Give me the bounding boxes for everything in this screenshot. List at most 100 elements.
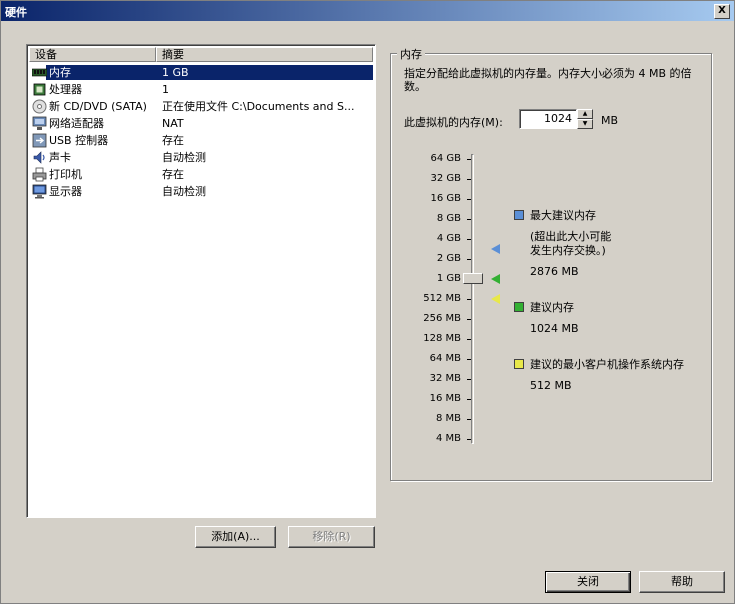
scale-tick: 4 MB: [401, 433, 471, 444]
device-row-usb[interactable]: USB 控制器 存在: [29, 132, 373, 149]
memory-size-input[interactable]: 1024: [519, 109, 577, 129]
device-summary: 1 GB: [162, 66, 189, 79]
scale-tick-label: 4 GB: [436, 233, 461, 244]
memory-icon: [32, 68, 47, 77]
close-window-button[interactable]: X: [714, 4, 730, 19]
scale-tick-label: 64 MB: [429, 353, 461, 364]
recommended-value: 1024 MB: [530, 322, 579, 335]
scale-tick-label: 8 MB: [435, 413, 461, 424]
minimum-swatch: [514, 359, 524, 369]
device-name: USB 控制器: [49, 134, 109, 147]
max-recommended-title: 最大建议内存: [530, 209, 596, 222]
device-row-sound[interactable]: 声卡 自动检测: [29, 149, 373, 166]
scale-tick-label: 1 GB: [436, 273, 461, 284]
scale-tick: 2 GB: [401, 253, 471, 264]
spin-up-button[interactable]: ▲: [577, 109, 593, 119]
scale-tick-label: 16 MB: [429, 393, 461, 404]
recommended-title: 建议内存: [530, 301, 574, 314]
scale-tick: 64 GB: [401, 153, 471, 164]
max-recommended-value: 2876 MB: [530, 265, 579, 278]
spin-down-button[interactable]: ▼: [577, 119, 593, 129]
scale-tick: 4 GB: [401, 233, 471, 244]
scale-tick-label: 2 GB: [436, 253, 461, 264]
device-name: 新 CD/DVD (SATA): [49, 100, 147, 113]
scale-tick-label: 256 MB: [423, 313, 461, 324]
max-recommended-marker: [491, 244, 500, 254]
device-list[interactable]: 设备 摘要 内存 1 GB 处理器 1 新 CD/DVD (SATA) 正在使用…: [26, 44, 376, 518]
add-device-button[interactable]: 添加(A)...: [195, 526, 276, 548]
hardware-dialog: 硬件 X 设备 摘要 内存 1 GB 处理器 1 新 CD/DVD (SATA): [0, 0, 735, 604]
help-button[interactable]: 帮助: [639, 571, 725, 593]
device-name: 声卡: [49, 151, 71, 164]
minimum-marker: [491, 294, 500, 304]
scale-tick: 1 GB: [401, 273, 471, 284]
memory-group-label: 内存: [397, 46, 425, 62]
memory-description: 指定分配给此虚拟机的内存量。内存大小必须为 4 MB 的倍数。: [404, 67, 692, 93]
max-recommended-note-2: 发生内存交换。): [530, 244, 606, 257]
device-summary: NAT: [162, 117, 184, 130]
scale-tick-label: 8 GB: [436, 213, 461, 224]
scale-tick: 512 MB: [401, 293, 471, 304]
remove-device-button[interactable]: 移除(R): [288, 526, 375, 548]
list-header: 设备 摘要: [29, 47, 373, 62]
selection-highlight: [46, 65, 373, 80]
scale-tick: 128 MB: [401, 333, 471, 344]
usb-icon: [32, 133, 47, 148]
scale-tick-label: 128 MB: [423, 333, 461, 344]
scale-tick-label: 4 MB: [435, 433, 461, 444]
device-summary: 存在: [162, 134, 184, 147]
dialog-title: 硬件: [5, 6, 27, 19]
cd-dvd-icon: [32, 99, 47, 114]
scale-tick: 32 GB: [401, 173, 471, 184]
device-summary: 自动检测: [162, 151, 206, 164]
title-bar[interactable]: 硬件 X: [1, 1, 734, 21]
scale-tick: 8 MB: [401, 413, 471, 424]
device-summary: 自动检测: [162, 185, 206, 198]
device-name: 网络适配器: [49, 117, 104, 130]
minimum-title: 建议的最小客户机操作系统内存: [530, 358, 684, 371]
max-recommended-swatch: [514, 210, 524, 220]
device-rows: 内存 1 GB 处理器 1 新 CD/DVD (SATA) 正在使用文件 C:\…: [29, 64, 373, 200]
device-row-network[interactable]: 网络适配器 NAT: [29, 115, 373, 132]
scale-tick-label: 64 GB: [430, 153, 461, 164]
device-summary: 存在: [162, 168, 184, 181]
column-header-summary[interactable]: 摘要: [156, 47, 373, 62]
device-name: 处理器: [49, 83, 82, 96]
scale-tick-label: 32 GB: [430, 173, 461, 184]
network-adapter-icon: [32, 116, 47, 130]
device-row-printer[interactable]: 打印机 存在: [29, 166, 373, 183]
scale-tick: 64 MB: [401, 353, 471, 364]
device-name: 显示器: [49, 185, 82, 198]
minimum-value: 512 MB: [530, 379, 572, 392]
scale-tick: 32 MB: [401, 373, 471, 384]
scale-tick-label: 32 MB: [429, 373, 461, 384]
memory-slider-thumb[interactable]: [463, 273, 483, 284]
scale-tick: 8 GB: [401, 213, 471, 224]
device-row-cd-dvd[interactable]: 新 CD/DVD (SATA) 正在使用文件 C:\Documents and …: [29, 98, 373, 115]
memory-spinner[interactable]: ▲ ▼: [577, 109, 593, 129]
display-icon: [32, 184, 47, 199]
memory-slider-track[interactable]: [471, 154, 474, 444]
device-summary: 1: [162, 83, 169, 96]
cpu-icon: [33, 83, 46, 96]
device-name: 打印机: [49, 168, 82, 181]
printer-icon: [32, 167, 47, 182]
scale-tick-label: 512 MB: [423, 293, 461, 304]
device-row-memory[interactable]: 内存 1 GB: [29, 64, 373, 81]
device-name: 内存: [49, 66, 71, 79]
recommended-marker: [491, 274, 500, 284]
recommended-swatch: [514, 302, 524, 312]
sound-card-icon: [33, 151, 45, 164]
scale-tick: 16 GB: [401, 193, 471, 204]
column-header-device[interactable]: 设备: [29, 47, 156, 62]
scale-tick-label: 16 GB: [430, 193, 461, 204]
memory-unit: MB: [601, 114, 619, 127]
scale-tick: 16 MB: [401, 393, 471, 404]
close-button[interactable]: 关闭: [545, 571, 631, 593]
device-row-processor[interactable]: 处理器 1: [29, 81, 373, 98]
memory-field-label: 此虚拟机的内存(M):: [404, 116, 503, 129]
device-summary: 正在使用文件 C:\Documents and S...: [162, 100, 355, 113]
scale-tick: 256 MB: [401, 313, 471, 324]
max-recommended-note-1: (超出此大小可能: [530, 230, 612, 243]
device-row-display[interactable]: 显示器 自动检测: [29, 183, 373, 200]
